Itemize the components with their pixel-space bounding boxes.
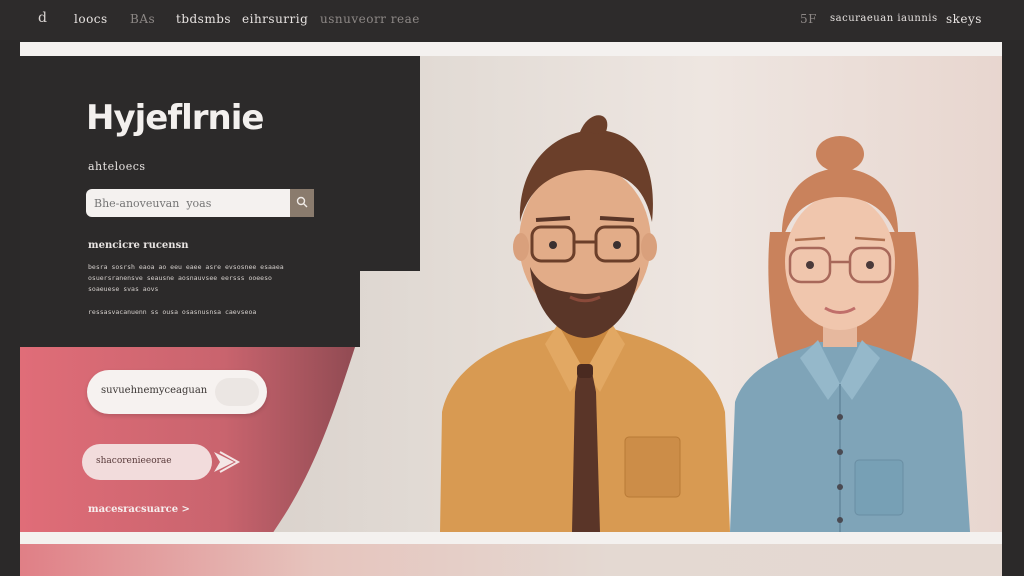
woman-figure [730, 136, 970, 532]
body-line-1: besra sosrsh eaoa ao eeu eaee asre evsos… [88, 263, 284, 271]
nav-item-4[interactable]: eihrsurrig [242, 12, 308, 26]
nav-item-1[interactable]: loocs [74, 12, 108, 26]
nav-item-5[interactable]: usnuveorr reae [320, 12, 420, 26]
body-line-2: osuersranensve seausne aosnauvsee eersss… [88, 274, 272, 282]
frame-top-bar [20, 42, 1002, 56]
primary-button[interactable]: suvuehnemyceaguan [87, 370, 267, 414]
search-input[interactable] [94, 193, 290, 213]
primary-button-label: suvuehnemyceaguan [101, 385, 208, 396]
logo[interactable]: d [38, 10, 47, 26]
hero-illustration [440, 115, 970, 532]
hero-dark-panel [20, 56, 420, 271]
top-navbar: d loocs BAs tbdsmbs eihrsurrig usnuveorr… [0, 0, 1024, 40]
bottom-link[interactable]: macesracsuarce > [88, 504, 190, 515]
secondary-button[interactable]: shacorenieeorae [82, 444, 212, 480]
man-figure [440, 115, 730, 532]
search-field[interactable] [86, 189, 314, 217]
section-heading: mencicre rucensn [88, 240, 189, 251]
search-button[interactable] [290, 189, 314, 217]
nav-item-2[interactable]: BAs [130, 12, 155, 26]
main-frame: Hyjeflrnie ahteloecs mencicre rucensn be… [20, 42, 1002, 576]
frame-bottom-bar [20, 532, 1002, 544]
body-line-3: soaeuese svas aovs [88, 285, 159, 293]
nav-right-icon[interactable]: 5F [800, 12, 817, 26]
body-text: besra sosrsh eaoa ao eeu eaee asre evsos… [88, 262, 363, 295]
nav-right-item-1[interactable]: sacuraeuan iaunnis [830, 13, 938, 24]
hero-title: Hyjeflrnie [86, 98, 264, 138]
nav-item-3[interactable]: tbdsmbs [176, 12, 231, 26]
search-icon [296, 196, 308, 208]
frame-footer-strip [20, 544, 1002, 576]
secondary-button-label: shacorenieeorae [96, 456, 172, 466]
primary-button-inner [215, 378, 259, 406]
body-line-4: ressasvacanuenn ss ousa osasnusnsa caevs… [88, 308, 257, 316]
nav-right-item-2[interactable]: skeys [946, 12, 982, 26]
chevron-right-icon[interactable] [212, 448, 244, 476]
hero-subtitle: ahteloecs [88, 160, 146, 173]
